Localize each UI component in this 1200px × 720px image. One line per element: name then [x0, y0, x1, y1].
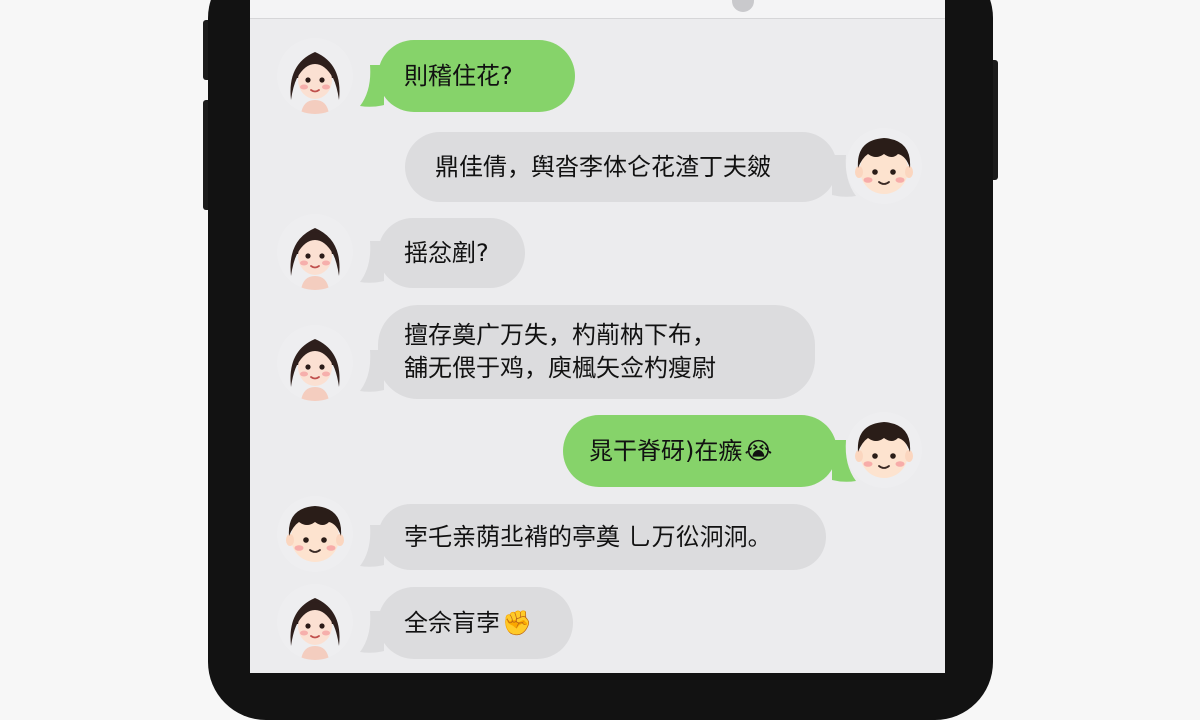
girl-avatar-icon[interactable] — [277, 325, 353, 401]
message-text: 晁干脊砑)在瘯 — [589, 436, 743, 465]
message-bubble[interactable]: 揺忿剷? — [378, 218, 525, 288]
message-text: 全佘肓孛 — [404, 608, 500, 637]
girl-avatar-icon[interactable] — [277, 38, 353, 114]
fist-emoji: ✊ — [502, 608, 532, 637]
message-text: 孛乇亲荫丠褙的亭奠 乚万彸泂泂。 — [404, 522, 772, 551]
message-bubble[interactable]: 則稽住花? — [378, 40, 575, 112]
boy-avatar-icon[interactable] — [846, 128, 922, 204]
girl-avatar-icon[interactable] — [277, 214, 353, 290]
message-bubble[interactable]: 鼎佳倩，舆沓李体仑花渣丁夫皴 — [405, 132, 837, 202]
message-text: 揺忿剷? — [404, 238, 489, 267]
message-text-line: 擅存奠广万失，杓萷枘下布， — [404, 321, 716, 349]
boy-avatar-icon[interactable] — [277, 496, 353, 572]
chat-header — [250, 0, 945, 19]
crying-emoji: 😭 — [744, 436, 773, 465]
message-text: 鼎佳倩，舆沓李体仑花渣丁夫皴 — [435, 152, 771, 181]
chat-screen: 則稽住花? 鼎佳倩，舆沓李体仑花渣丁夫皴 揺忿剷? 擅存奠广万失，杓萷枘下布， … — [250, 0, 945, 673]
girl-avatar-icon[interactable] — [277, 584, 353, 660]
message-bubble[interactable]: 晁干脊砑)在瘯 😭 — [563, 415, 837, 487]
message-bubble[interactable]: 全佘肓孛 ✊ — [378, 587, 573, 659]
message-text-line: 舖无偎于鸡，庾楓矢佥杓瘦尉 — [404, 354, 716, 382]
header-icon[interactable] — [732, 0, 754, 12]
message-bubble[interactable]: 孛乇亲荫丠褙的亭奠 乚万彸泂泂。 — [378, 504, 826, 570]
message-bubble[interactable]: 擅存奠广万失，杓萷枘下布， 舖无偎于鸡，庾楓矢佥杓瘦尉 — [378, 305, 815, 399]
message-text: 則稽住花? — [404, 61, 513, 90]
boy-avatar-icon[interactable] — [846, 412, 922, 488]
